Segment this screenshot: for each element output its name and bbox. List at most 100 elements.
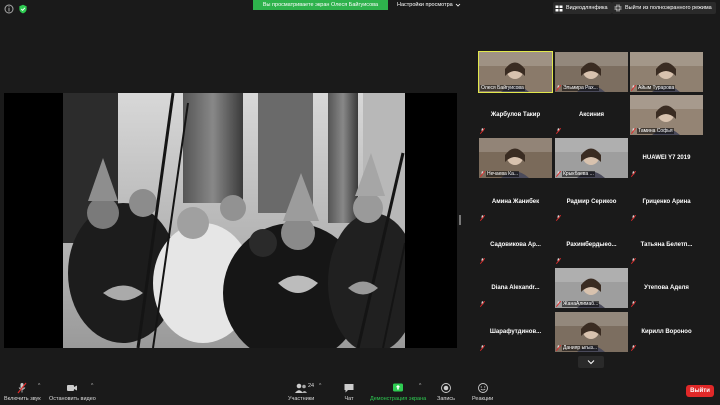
gallery-view-button[interactable]: Видеодлянфика (553, 2, 612, 14)
unmute-label: Включить звук (4, 396, 41, 402)
mic-muted-icon (631, 214, 636, 221)
participant-name: Олеся Байгуисова (480, 84, 525, 91)
mic-muted-icon (480, 214, 485, 221)
mic-muted-icon (556, 170, 561, 177)
gallery-scroll-down-button[interactable] (578, 356, 604, 368)
participants-label: Участники (288, 396, 315, 402)
participant-mute-indicator (631, 257, 701, 264)
participant-mute-indicator (556, 127, 626, 134)
shared-screen-area (0, 18, 470, 378)
meeting-toolbar: Включить звук ^ Остановить видео ^ Участ… (0, 378, 720, 405)
participant-tile[interactable]: Diana Alexandr... (479, 268, 552, 308)
stop-video-button[interactable]: Остановить видео (49, 382, 96, 402)
chevron-down-icon (455, 3, 460, 7)
mic-muted-icon (556, 84, 561, 91)
resize-handle[interactable] (459, 215, 461, 225)
view-options-label: Настройки просмотра (397, 2, 453, 8)
participant-mute-indicator (556, 257, 626, 264)
participant-name-label: Данияр ыгыз... (556, 344, 626, 351)
participant-tile[interactable]: ЖанаАлимаб... (555, 268, 628, 308)
participant-tile[interactable]: Татьяна Белетп... (630, 225, 703, 265)
chevron-down-icon (587, 360, 595, 365)
mic-muted-icon (556, 127, 561, 134)
info-icon[interactable] (4, 4, 14, 14)
share-screen-label: Демонстрация экрана (370, 396, 427, 402)
participant-mute-indicator (556, 214, 626, 221)
participant-name-label: Эльмира Рах... (556, 84, 626, 91)
participant-name: Крыкбаева ... (562, 170, 595, 177)
share-options-caret[interactable]: ^ (419, 383, 421, 389)
record-icon (441, 383, 451, 393)
mic-muted-icon (631, 257, 636, 264)
participant-tile[interactable]: Рахимбердыео... (555, 225, 628, 265)
participant-tile[interactable]: Гриценко Арина (630, 182, 703, 222)
mic-muted-icon (480, 300, 485, 307)
share-screen-icon (393, 383, 404, 392)
view-options-menu[interactable]: Настройки просмотра (397, 0, 461, 10)
participant-tile[interactable]: Амина Жанибек (479, 182, 552, 222)
participant-tile[interactable]: Садовикова Ар... (479, 225, 552, 265)
exit-fullscreen-button[interactable]: Выйти из полноэкранного режима (612, 2, 716, 14)
participant-name-label: Крыкбаева ... (556, 170, 626, 177)
participant-tile[interactable]: Радмир Серикоо (555, 182, 628, 222)
record-button[interactable]: Запись (437, 382, 455, 402)
participant-name: ЖанаАлимаб... (562, 300, 600, 307)
participant-mute-indicator (631, 214, 701, 221)
participant-mute-indicator (631, 300, 701, 307)
mic-muted-icon (480, 170, 485, 177)
chat-label: Чат (344, 396, 354, 402)
participant-tile[interactable]: Жарбулов Такир (479, 95, 552, 135)
participant-tile[interactable]: Аксиния (555, 95, 628, 135)
participant-tile[interactable]: Айым Турарова (630, 52, 703, 92)
grid-view-icon (555, 5, 563, 11)
reactions-button[interactable]: Реакции (472, 382, 493, 402)
participant-tile[interactable]: Утепова Аделя (630, 268, 703, 308)
stop-video-label: Остановить видео (49, 396, 96, 402)
participant-tile[interactable]: Крыкбаева ... (555, 138, 628, 178)
participant-name-label: Тамина Софья (631, 127, 701, 134)
mic-muted-icon (556, 257, 561, 264)
participant-tile[interactable]: HUAWEI Y7 2019 (630, 138, 703, 178)
top-bar: Вы просматриваете экран Олеся Байгуисова… (0, 0, 720, 18)
mic-muted-icon (17, 382, 27, 394)
unmute-button[interactable]: Включить звук (4, 382, 41, 402)
participants-options-caret[interactable]: ^ (319, 383, 321, 389)
participant-name-label: Олеся Байгуисова (480, 84, 550, 91)
mic-muted-icon (556, 214, 561, 221)
participant-tile[interactable]: Шарафутдинов... (479, 312, 552, 352)
participant-name: Тамина Софья (637, 127, 674, 134)
participant-tile[interactable]: Олеся Байгуисова (478, 51, 553, 93)
audio-options-caret[interactable]: ^ (38, 383, 40, 389)
participant-tile[interactable]: Тамина Софья (630, 95, 703, 135)
participant-tile[interactable]: Нечаева Ка... (479, 138, 552, 178)
participants-count: 24 (308, 383, 315, 389)
participant-mute-indicator (480, 214, 550, 221)
record-label: Запись (437, 396, 456, 402)
shared-screen (4, 93, 457, 348)
gallery-view-label: Видеодлянфика (566, 5, 608, 11)
participant-name: Айым Турарова (637, 84, 676, 91)
participant-tile[interactable]: Данияр ыгыз... (555, 312, 628, 352)
mic-muted-icon (480, 127, 485, 134)
participants-icon (295, 383, 308, 393)
mic-muted-icon (556, 300, 561, 307)
participant-mute-indicator (631, 170, 701, 177)
participant-mute-indicator (480, 257, 550, 264)
shared-photo (63, 93, 405, 348)
participant-tile[interactable]: Кирилл Вороноо (630, 312, 703, 352)
group-photo-image (63, 93, 405, 348)
chat-icon (344, 384, 354, 393)
mic-muted-icon (631, 344, 636, 351)
participant-mute-indicator (480, 300, 550, 307)
participant-tile[interactable]: Эльмира Рах... (555, 52, 628, 92)
leave-meeting-button[interactable]: Выйти (686, 385, 714, 397)
participant-name-label: Нечаева Ка... (480, 170, 550, 177)
chat-button[interactable]: Чат (343, 382, 355, 402)
participant-mute-indicator (631, 344, 701, 351)
mic-muted-icon (631, 84, 636, 91)
reactions-label: Реакции (472, 396, 494, 402)
share-banner: Вы просматриваете экран Олеся Байгуисова (253, 0, 388, 10)
video-options-caret[interactable]: ^ (91, 383, 93, 389)
share-screen-button[interactable]: Демонстрация экрана (370, 382, 426, 402)
shield-icon[interactable] (18, 4, 28, 14)
